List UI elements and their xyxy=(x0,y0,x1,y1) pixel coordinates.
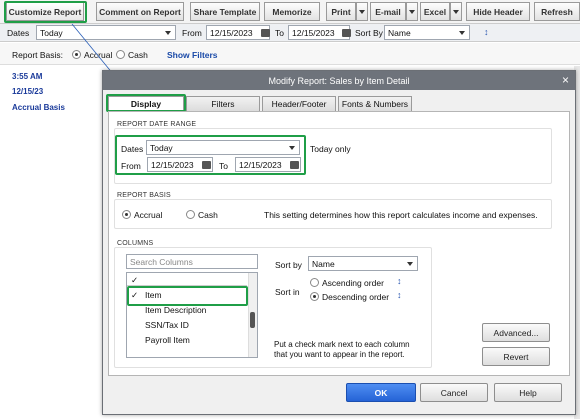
chevron-down-icon xyxy=(407,262,413,266)
ok-button[interactable]: OK xyxy=(346,383,416,402)
list-item[interactable]: Payroll Item xyxy=(127,334,247,348)
dialog-title: Modify Report: Sales by Item Detail xyxy=(268,75,410,86)
tab-filters-label: Filters xyxy=(211,99,235,109)
revert-button[interactable]: Revert xyxy=(482,347,550,366)
dialog-accrual-radio[interactable] xyxy=(122,210,131,219)
list-item-label: Payroll Item xyxy=(145,335,190,345)
list-item[interactable]: Item Description xyxy=(127,304,247,318)
dialog-cash-label: Cash xyxy=(198,210,218,220)
descending-radio[interactable] xyxy=(310,292,319,301)
scroll-thumb[interactable] xyxy=(250,312,255,328)
tab-header-footer-label: Header/Footer xyxy=(271,99,327,109)
descending-label: Descending order xyxy=(322,292,390,302)
dialog-cash-radio[interactable] xyxy=(186,210,195,219)
columns-section-label: COLUMNS xyxy=(117,240,154,247)
dialog-accrual-label: Accrual xyxy=(134,210,163,220)
close-icon[interactable]: × xyxy=(562,72,569,88)
date-range-section-label: REPORT DATE RANGE xyxy=(117,121,197,128)
dialog-titlebar: Modify Report: Sales by Item Detail xyxy=(103,71,575,90)
list-item-label: Item Description xyxy=(145,305,207,315)
sort-in-label: Sort in xyxy=(275,287,300,297)
tab-header-footer[interactable]: Header/Footer xyxy=(262,96,336,111)
sort-by-dialog-label: Sort by xyxy=(275,260,302,270)
search-columns-input[interactable]: Search Columns xyxy=(126,254,258,269)
advanced-button[interactable]: Advanced... xyxy=(482,323,550,342)
search-columns-placeholder: Search Columns xyxy=(130,256,193,267)
highlight-display-tab xyxy=(106,94,186,112)
tab-filters[interactable]: Filters xyxy=(186,96,260,111)
cancel-button[interactable]: Cancel xyxy=(420,383,488,402)
tab-fonts-numbers-label: Fonts & Numbers xyxy=(341,99,409,109)
highlight-date-range xyxy=(115,135,306,175)
report-basis-section-label: REPORT BASIS xyxy=(117,192,171,199)
sort-descending-icon: ↕ xyxy=(397,290,402,300)
sort-by-dialog-dropdown[interactable]: Name xyxy=(308,256,418,271)
list-item[interactable]: SSN/Tax ID xyxy=(127,319,247,333)
today-only-note: Today only xyxy=(310,144,351,154)
sort-ascending-icon: ↕ xyxy=(397,276,402,286)
ascending-radio[interactable] xyxy=(310,278,319,287)
sort-by-dialog-value: Name xyxy=(312,258,335,269)
ascending-label: Ascending order xyxy=(322,278,384,288)
help-button[interactable]: Help xyxy=(494,383,562,402)
list-item-label: SSN/Tax ID xyxy=(145,320,189,330)
columns-hint: Put a check mark next to each column tha… xyxy=(274,340,410,359)
report-basis-note: This setting determines how this report … xyxy=(264,210,538,220)
tab-fonts-numbers[interactable]: Fonts & Numbers xyxy=(338,96,412,111)
highlight-item-column xyxy=(127,286,248,306)
